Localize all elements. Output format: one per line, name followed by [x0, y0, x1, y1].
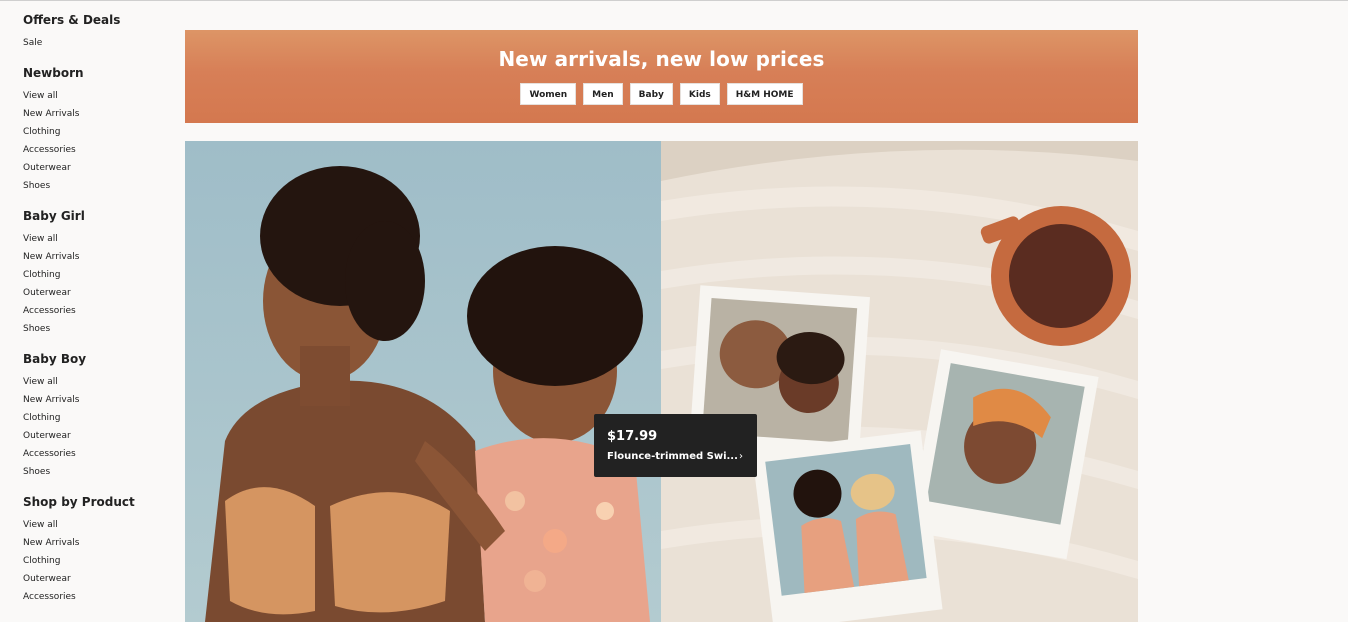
- sidebar-link[interactable]: Accessories: [23, 445, 173, 463]
- promo-banner: New arrivals, new low prices Women Men B…: [185, 30, 1138, 123]
- sidebar-link[interactable]: Clothing: [23, 123, 173, 141]
- sidebar-heading[interactable]: Shop by Product: [23, 494, 173, 510]
- sidebar-link[interactable]: View all: [23, 87, 173, 105]
- sidebar-section-baby-boy: Baby Boy View all New Arrivals Clothing …: [23, 351, 173, 481]
- sidebar-link[interactable]: New Arrivals: [23, 248, 173, 266]
- sidebar-section-offers: Offers & Deals Sale: [23, 12, 173, 52]
- sidebar-link[interactable]: Clothing: [23, 552, 173, 570]
- product-name: Flounce-trimmed Swi...: [607, 451, 738, 462]
- hero-photo-polaroids-art: [661, 141, 1138, 622]
- hm-home-button[interactable]: H&M HOME: [726, 83, 803, 105]
- sidebar-heading[interactable]: Baby Boy: [23, 351, 173, 367]
- sidebar-link[interactable]: View all: [23, 230, 173, 248]
- banner-title: New arrivals, new low prices: [498, 47, 825, 71]
- sidebar-link[interactable]: View all: [23, 516, 173, 534]
- category-sidebar: Offers & Deals Sale Newborn View all New…: [23, 12, 173, 619]
- sidebar-link[interactable]: Clothing: [23, 409, 173, 427]
- hero-photo-mother-child[interactable]: [185, 141, 661, 622]
- baby-button[interactable]: Baby: [629, 83, 673, 105]
- sidebar-link[interactable]: Outerwear: [23, 159, 173, 177]
- sidebar-link[interactable]: Shoes: [23, 463, 173, 481]
- sidebar-link[interactable]: View all: [23, 373, 173, 391]
- sidebar-link[interactable]: New Arrivals: [23, 105, 173, 123]
- product-tooltip[interactable]: $17.99 Flounce-trimmed Swi... ›: [594, 414, 757, 477]
- sidebar-link[interactable]: Clothing: [23, 266, 173, 284]
- sidebar-section-newborn: Newborn View all New Arrivals Clothing A…: [23, 65, 173, 195]
- sidebar-link[interactable]: New Arrivals: [23, 391, 173, 409]
- sidebar-link[interactable]: Outerwear: [23, 427, 173, 445]
- kids-button[interactable]: Kids: [679, 83, 720, 105]
- sidebar-link[interactable]: Accessories: [23, 141, 173, 159]
- sidebar-heading[interactable]: Newborn: [23, 65, 173, 81]
- sidebar-link[interactable]: Shoes: [23, 320, 173, 338]
- hero-photo-polaroids[interactable]: [661, 141, 1138, 622]
- sidebar-section-shop-by-product: Shop by Product View all New Arrivals Cl…: [23, 494, 173, 606]
- sidebar-link[interactable]: Outerwear: [23, 570, 173, 588]
- sidebar-heading[interactable]: Baby Girl: [23, 208, 173, 224]
- sidebar-link[interactable]: Accessories: [23, 588, 173, 606]
- chevron-right-icon: ›: [739, 451, 743, 462]
- sidebar-link[interactable]: Accessories: [23, 302, 173, 320]
- men-button[interactable]: Men: [583, 83, 623, 105]
- banner-button-group: Women Men Baby Kids H&M HOME: [185, 83, 1138, 105]
- sidebar-link[interactable]: Outerwear: [23, 284, 173, 302]
- hero-images: [185, 141, 1138, 622]
- sidebar-link[interactable]: New Arrivals: [23, 534, 173, 552]
- hero-photo-mother-child-art: [185, 141, 661, 622]
- product-price: $17.99: [607, 429, 658, 444]
- sidebar-section-baby-girl: Baby Girl View all New Arrivals Clothing…: [23, 208, 173, 338]
- sidebar-heading[interactable]: Offers & Deals: [23, 12, 173, 28]
- women-button[interactable]: Women: [520, 83, 577, 105]
- sidebar-link[interactable]: Sale: [23, 34, 173, 52]
- top-divider: [0, 0, 1348, 1]
- sidebar-link[interactable]: Shoes: [23, 177, 173, 195]
